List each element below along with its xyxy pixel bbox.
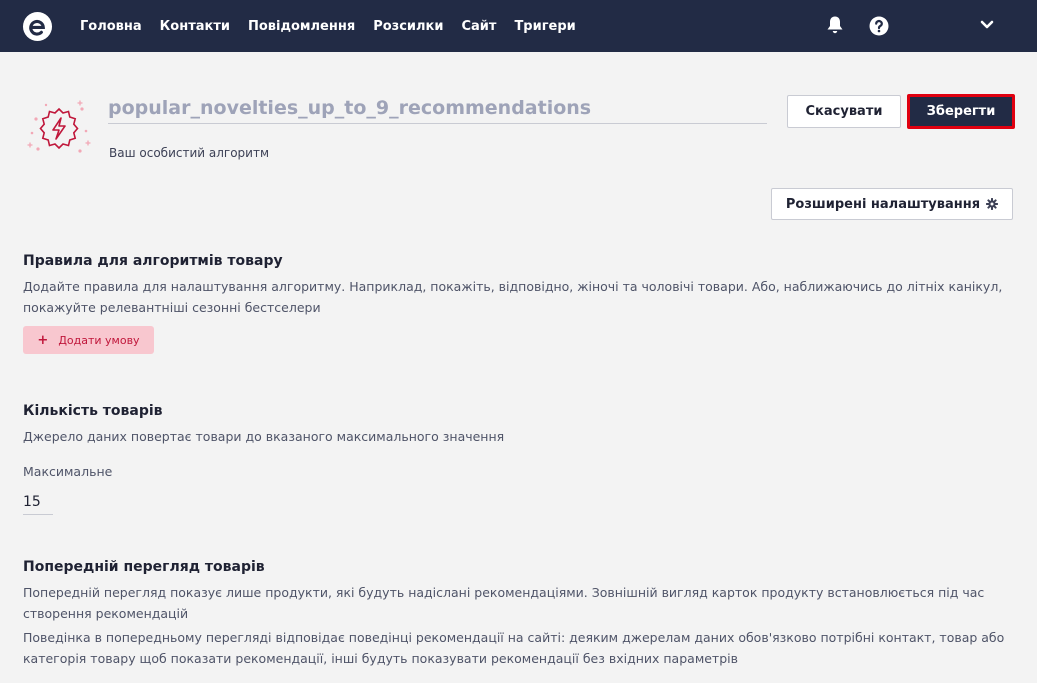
max-label: Максимальне xyxy=(23,464,113,479)
nav-item-campaigns[interactable]: Розсилки xyxy=(373,19,443,34)
top-navbar: Головна Контакти Повідомлення Розсилки С… xyxy=(0,0,1037,52)
advanced-settings-button[interactable]: Розширені налаштування xyxy=(771,188,1013,220)
rules-description: Додайте правила для налаштування алгорит… xyxy=(23,279,1003,315)
chevron-down-icon[interactable] xyxy=(980,20,994,30)
preview-description-1: Попередній перегляд показує лише продукт… xyxy=(23,585,985,621)
main-nav: Головна Контакти Повідомлення Розсилки С… xyxy=(80,0,594,52)
nav-item-messages[interactable]: Повідомлення xyxy=(248,19,355,34)
lightning-badge-icon xyxy=(27,100,91,153)
nav-item-site[interactable]: Сайт xyxy=(461,19,496,34)
max-quantity-input[interactable] xyxy=(23,490,53,515)
rules-title: Правила для алгоритмів товару xyxy=(23,253,283,269)
add-condition-label: Додати умову xyxy=(58,333,140,347)
quantity-title: Кількість товарів xyxy=(23,403,163,419)
add-condition-button[interactable]: + Додати умову xyxy=(23,326,154,354)
plus-icon: + xyxy=(37,332,49,348)
quantity-description: Джерело даних повертає товари до вказано… xyxy=(23,429,505,444)
gear-icon xyxy=(986,198,999,210)
cancel-button[interactable]: Скасувати xyxy=(787,95,901,128)
advanced-settings-label: Розширені налаштування xyxy=(785,196,981,212)
nav-item-triggers[interactable]: Тригери xyxy=(514,19,575,34)
nav-item-contacts[interactable]: Контакти xyxy=(160,19,230,34)
algorithm-name-input[interactable] xyxy=(108,96,767,124)
preview-description-2: Поведінка в попередньому перегляді відпо… xyxy=(23,630,1005,666)
nav-item-home[interactable]: Головна xyxy=(80,19,142,34)
save-button[interactable]: Зберегти xyxy=(907,94,1015,129)
algorithm-subtitle: Ваш особистий алгоритм xyxy=(109,146,269,160)
help-icon[interactable] xyxy=(869,16,889,36)
bell-icon[interactable] xyxy=(826,15,844,35)
logo-icon[interactable] xyxy=(22,11,53,42)
preview-title: Попередній перегляд товарів xyxy=(23,559,265,575)
